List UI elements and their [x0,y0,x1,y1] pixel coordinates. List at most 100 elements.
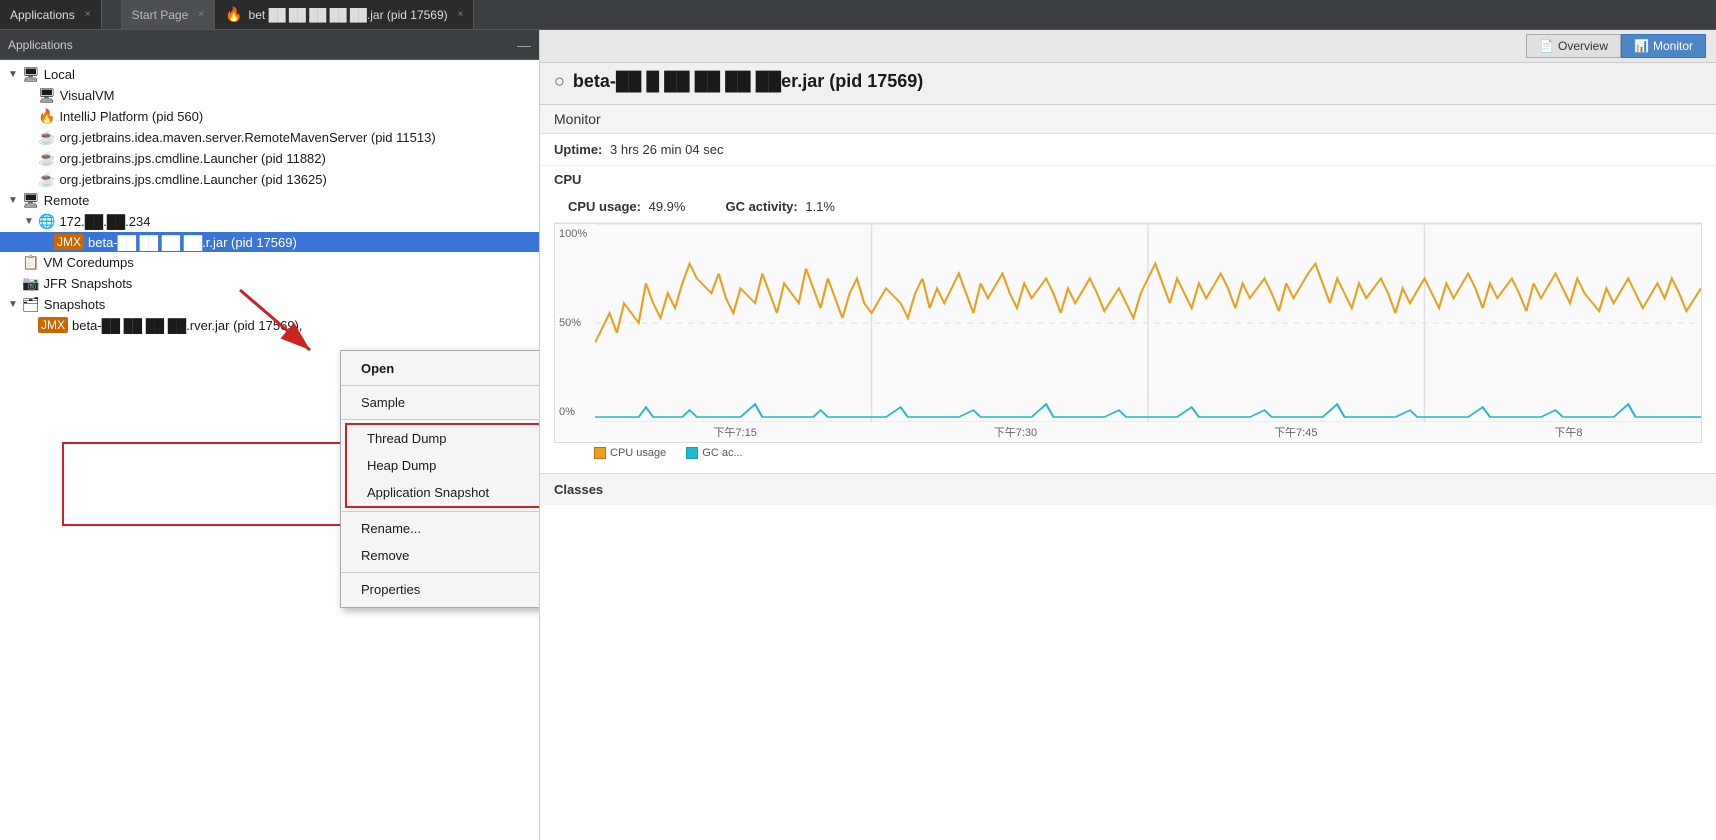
chart-body [595,224,1701,422]
ctx-properties[interactable]: Properties [341,576,540,603]
cpu-chart-svg [595,224,1701,422]
cpu-usage-metric: CPU usage: 49.9% [568,199,685,214]
tree-item-ip[interactable]: ▼ 🌐 172.██.██.234 [0,211,539,232]
app-title-row: ○ beta-██ █ ██ ██ ██ ██er.jar (pid 17569… [554,71,1702,92]
label-snapshot-jar: beta-██ ██ ██ ██.rver.jar (pid 17569), [72,318,302,333]
overview-icon: 📄 [1539,39,1554,53]
label-jps1: org.jetbrains.jps.cmdline.Launcher (pid … [59,151,325,166]
tree-item-remote[interactable]: ▼ 🖥 Remote [0,190,539,211]
cpu-usage-label: CPU usage: [568,199,641,214]
legend-gc-label: GC ac... [702,447,742,459]
ctx-heap-dump[interactable]: Heap Dump [347,452,540,479]
right-content: ○ beta-██ █ ██ ██ ██ ██er.jar (pid 17569… [540,63,1716,840]
monitor-icon: 📊 [1634,39,1649,53]
tab-start-page-close[interactable]: × [198,9,204,20]
ctx-remove[interactable]: Remove [341,542,540,569]
coredumps-icon: 📋 [22,254,39,271]
left-panel-title: Applications [8,38,73,52]
ctx-app-snapshot[interactable]: Application Snapshot [347,479,540,506]
cpu-chart-section: CPU CPU usage: 49.9% GC activity: 1.1% 1… [540,166,1716,473]
label-maven: org.jetbrains.idea.maven.server.RemoteMa… [59,130,435,145]
y-label-50: 50% [559,317,591,329]
ctx-sep-4 [341,572,540,573]
tab-applications-close[interactable]: × [85,9,91,20]
label-snapshots: Snapshots [44,297,105,312]
tree-item-jps1[interactable]: ☕ org.jetbrains.jps.cmdline.Launcher (pi… [0,148,539,169]
java-icon-2: ☕ [38,150,55,167]
legend-cpu-label: CPU usage [610,447,666,459]
visualvm-icon: 🖥 [38,87,56,104]
label-visualvm: VisualVM [60,88,115,103]
y-label-100: 100% [559,228,591,240]
context-menu: Open Sample Thread Dump Heap Dump Applic… [340,350,540,608]
loading-spinner: ○ [554,71,565,92]
uptime-text: Uptime: 3 hrs 26 min 04 sec [554,142,723,157]
tree-item-maven[interactable]: ☕ org.jetbrains.idea.maven.server.Remote… [0,127,539,148]
x-label-4: 下午8 [1554,424,1582,440]
gc-activity-metric: GC activity: 1.1% [725,199,835,214]
ctx-sep-2 [341,419,540,420]
x-label-3: 下午7:45 [1274,424,1317,440]
gc-activity-label: GC activity: [725,199,797,214]
minimize-button[interactable]: — [517,37,531,53]
ctx-sep-1 [341,385,540,386]
ctx-sample[interactable]: Sample [341,389,540,416]
tree-item-coredumps[interactable]: 📋 VM Coredumps [0,252,539,273]
ctx-open[interactable]: Open [341,355,540,382]
tab-start-page[interactable]: Start Page × [122,0,216,29]
chart-legend: CPU usage GC ac... [554,443,1702,463]
cpu-metrics-row: CPU usage: 49.9% GC activity: 1.1% [554,191,1702,223]
tab-jar-pid[interactable]: 🔥 bet ██ ██ ██ ██ ██.jar (pid 17569) × [215,0,474,29]
ctx-dump-group: Thread Dump Heap Dump Application Snapsh… [345,423,540,508]
overview-button[interactable]: 📄 Overview [1526,34,1621,58]
legend-gc-color [686,447,698,459]
arrow-ip: ▼ [24,216,38,227]
monitor-label: Monitor [1653,39,1693,53]
tree-item-jfr[interactable]: 📷 JFR Snapshots [0,273,539,294]
cpu-usage-value: 49.9% [649,199,686,214]
main-tab-bar: Applications × Start Page × 🔥 bet ██ ██ … [0,0,1716,30]
monitor-button[interactable]: 📊 Monitor [1621,34,1706,58]
legend-gc-activity: GC ac... [686,447,742,459]
legend-cpu-color [594,447,606,459]
ctx-thread-dump[interactable]: Thread Dump [347,425,540,452]
label-jfr: JFR Snapshots [43,276,132,291]
cpu-section-title: CPU [554,166,1702,191]
label-remote: Remote [44,193,90,208]
tree-item-snapshot-jar[interactable]: JMX beta-██ ██ ██ ██.rver.jar (pid 17569… [0,315,539,335]
chart-x-labels: 下午7:15 下午7:30 下午7:45 下午8 [595,422,1701,442]
y-label-0: 0% [559,406,591,418]
tree-item-intellij[interactable]: 🔥 IntelliJ Platform (pid 560) [0,106,539,127]
ctx-rename[interactable]: Rename... [341,515,540,542]
remote-icon: 🖥 [22,192,40,209]
monitor-section-title: Monitor [540,105,1716,134]
tree-item-beta-jar[interactable]: JMX beta-██ ██ ██ ██.r.jar (pid 17569) [0,232,539,252]
tab-jar-label: bet ██ ██ ██ ██ ██.jar (pid 17569) [249,8,448,22]
tab-jar-close[interactable]: × [458,9,464,20]
uptime-label: Uptime: [554,142,602,157]
jmx-jar-icon: JMX [54,234,84,250]
intellij-icon: 🔥 [38,108,55,125]
x-label-2: 下午7:30 [994,424,1037,440]
app-title: beta-██ █ ██ ██ ██ ██er.jar (pid 17569) [573,71,923,92]
overview-label: Overview [1558,39,1608,53]
snapshot-jar-icon: JMX [38,317,68,333]
tab-applications[interactable]: Applications × [0,0,102,29]
x-label-1: 下午7:15 [713,424,756,440]
computer-icon: 🖥 [22,66,40,83]
arrow-snapshots: ▼ [8,299,22,310]
jmx-icon: 🔥 [225,6,242,23]
arrow-local: ▼ [8,69,22,80]
view-buttons: 📄 Overview 📊 Monitor [540,30,1716,63]
legend-cpu-usage: CPU usage [594,447,666,459]
uptime-value: 3 hrs 26 min 04 sec [610,142,723,157]
tree-item-visualvm[interactable]: 🖥 VisualVM [0,85,539,106]
tree-item-snapshots[interactable]: ▼ 🗂 Snapshots [0,294,539,315]
java-icon-3: ☕ [38,171,55,188]
gc-activity-value: 1.1% [805,199,835,214]
tree-item-jps2[interactable]: ☕ org.jetbrains.jps.cmdline.Launcher (pi… [0,169,539,190]
tree-item-local[interactable]: ▼ 🖥 Local [0,64,539,85]
panel-separator [102,0,122,29]
label-local: Local [44,67,75,82]
cpu-chart: 100% 50% 0% [554,223,1702,443]
